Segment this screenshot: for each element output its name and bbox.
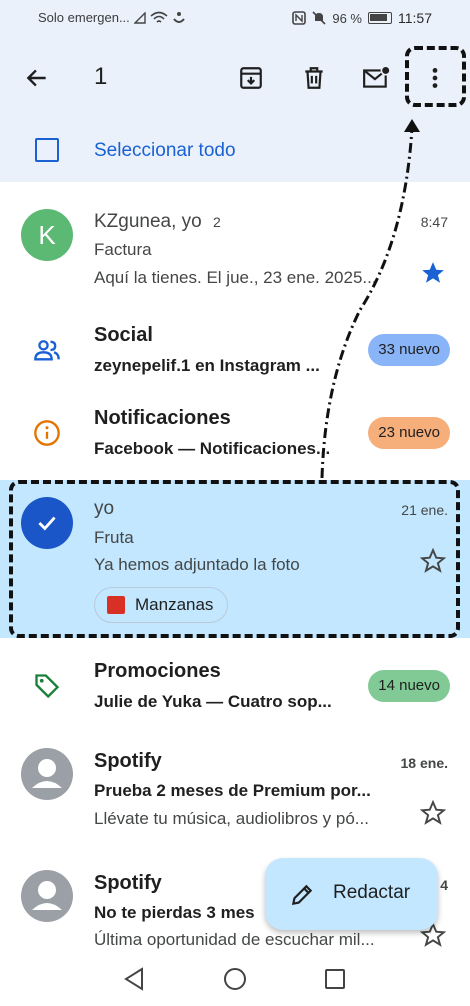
person-icon xyxy=(32,759,62,788)
category-name: Social xyxy=(94,324,153,346)
category-snippet: Julie de Yuka — Cuatro sop... xyxy=(94,692,332,711)
archive-icon xyxy=(240,67,262,89)
home-circle-icon[interactable] xyxy=(220,964,250,994)
attachment-chip[interactable]: Manzanas xyxy=(94,587,229,623)
compose-button[interactable]: Redactar xyxy=(265,858,438,930)
star-filled-icon[interactable] xyxy=(420,260,446,286)
new-count-badge: 33 nuevo xyxy=(368,334,450,366)
clock: 11:57 xyxy=(398,10,432,26)
select-all-checkbox[interactable] xyxy=(35,138,59,162)
subject: No te pierdas 3 mes xyxy=(94,903,255,922)
email-row-spotify[interactable]: Spotify 18 ene. Prueba 2 meses de Premiu… xyxy=(0,734,470,852)
carrier-text: Solo emergen... xyxy=(38,10,130,25)
status-bar: Solo emergen... 96 % 11:57 xyxy=(0,0,470,36)
subject: Prueba 2 meses de Premium por... xyxy=(94,781,371,800)
subject: Fruta xyxy=(94,528,134,547)
email-row-selected[interactable]: yo 21 ene. Fruta Ya hemos adjuntado la f… xyxy=(0,480,470,638)
avatar xyxy=(21,870,73,922)
email-time: 4 xyxy=(440,877,448,893)
recents-square-icon[interactable] xyxy=(320,964,350,994)
compose-label: Redactar xyxy=(333,882,411,903)
sender: KZgunea, yo xyxy=(94,211,202,232)
snippet: Ya hemos adjuntado la foto xyxy=(94,555,300,574)
sender: Spotify xyxy=(94,872,162,894)
selection-toolbar: 1 xyxy=(0,36,470,120)
snippet: Aquí la tienes. El jue., 23 ene. 2025... xyxy=(94,268,377,287)
back-button[interactable] xyxy=(17,58,57,98)
snippet: Última oportunidad de escuchar mil... xyxy=(94,930,375,949)
system-nav-bar xyxy=(0,950,470,1006)
category-name: Notificaciones xyxy=(94,407,231,429)
select-all-label: Seleccionar todo xyxy=(94,140,236,161)
image-icon xyxy=(107,596,125,614)
tag-icon xyxy=(35,674,60,699)
back-triangle-icon[interactable] xyxy=(120,964,150,994)
more-options-button[interactable] xyxy=(415,58,455,98)
attachment-name: Manzanas xyxy=(135,595,214,614)
battery-percent: 96 % xyxy=(332,10,362,26)
selected-count: 1 xyxy=(94,63,108,90)
wifi-icon xyxy=(150,11,168,23)
battery-icon xyxy=(368,12,392,24)
avatar: K xyxy=(21,209,73,261)
email-time: 18 ene. xyxy=(400,755,448,771)
category-snippet: zeynepelif.1 en Instagram ... xyxy=(94,356,320,375)
thread-count: 2 xyxy=(213,214,221,230)
avatar xyxy=(21,748,73,800)
star-outline-icon[interactable] xyxy=(420,548,446,574)
trash-icon xyxy=(305,67,323,89)
delete-button[interactable] xyxy=(294,58,334,98)
nfc-icon xyxy=(292,11,307,25)
selected-check-avatar[interactable] xyxy=(21,497,73,549)
archive-button[interactable] xyxy=(231,58,271,98)
check-icon xyxy=(38,516,56,531)
category-snippet: Facebook — Notificaciones... xyxy=(94,439,331,458)
category-name: Promociones xyxy=(94,660,221,682)
pencil-icon xyxy=(291,884,313,906)
new-count-badge: 23 nuevo xyxy=(368,417,450,449)
person-icon xyxy=(32,881,62,910)
notification-dot-icon xyxy=(173,11,185,23)
star-outline-icon[interactable] xyxy=(420,800,446,826)
info-icon xyxy=(34,420,60,446)
email-time: 21 ene. xyxy=(401,502,448,518)
sender: Spotify xyxy=(94,750,162,772)
subject: Factura xyxy=(94,240,152,259)
new-count-badge: 14 nuevo xyxy=(368,670,450,702)
snippet: Llévate tu música, audiolibros y pó... xyxy=(94,809,369,828)
category-row-notificaciones[interactable]: Notificaciones Facebook — Notificaciones… xyxy=(0,393,470,473)
more-vert-icon xyxy=(432,68,438,88)
people-icon xyxy=(34,340,60,361)
arrow-back-icon xyxy=(26,69,46,87)
category-row-social[interactable]: Social zeynepelif.1 en Instagram ... 33 … xyxy=(0,310,470,390)
category-row-promociones[interactable]: Promociones Julie de Yuka — Cuatro sop..… xyxy=(0,646,470,726)
mute-bell-icon xyxy=(312,11,326,25)
email-time: 8:47 xyxy=(420,214,448,230)
select-all-row[interactable]: Seleccionar todo xyxy=(0,120,470,182)
sender: yo xyxy=(94,498,115,519)
mark-unread-button[interactable] xyxy=(356,58,396,98)
no-signal-icon xyxy=(133,11,146,24)
email-row-kzgunea[interactable]: K KZgunea, yo 2 8:47 Factura Aquí la tie… xyxy=(0,182,470,300)
mail-unread-icon xyxy=(363,65,390,88)
